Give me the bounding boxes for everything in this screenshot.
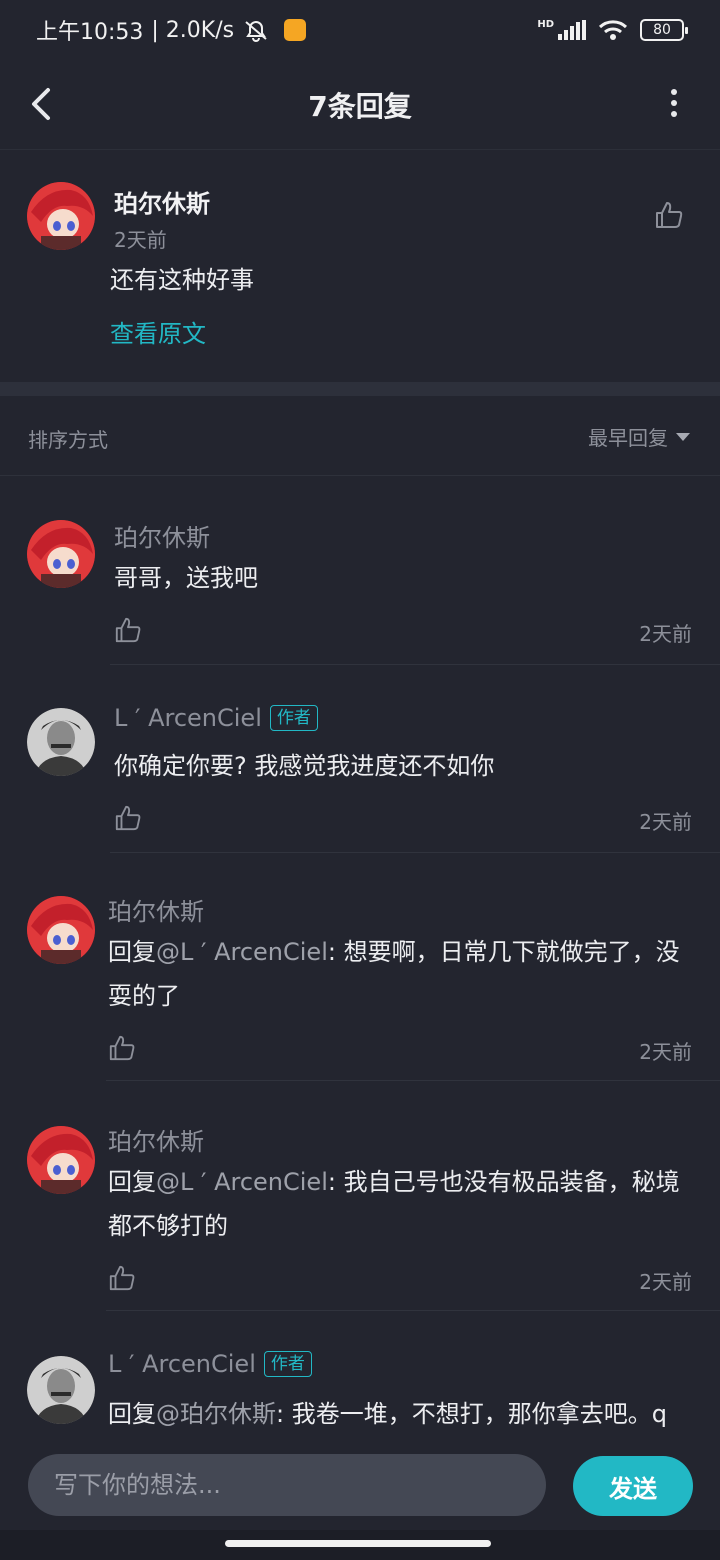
reply-author[interactable]: 珀尔休斯 bbox=[108, 1122, 204, 1157]
chevron-left-icon[interactable] bbox=[26, 84, 58, 124]
reply-time: 2天前 bbox=[639, 1270, 692, 1294]
reply-text: 回复@L ′ ArcenCiel: 想要啊，日常几下就做完了，没耍的了 bbox=[108, 930, 698, 1018]
reply-mention[interactable]: @L ′ ArcenCiel bbox=[156, 1168, 328, 1196]
avatar[interactable] bbox=[27, 182, 95, 250]
top-app-bar: 7条回复 bbox=[0, 60, 720, 150]
avatar[interactable] bbox=[27, 896, 95, 964]
reply-author[interactable]: L ′ ArcenCiel 作者 bbox=[114, 704, 318, 732]
main-comment: 珀尔休斯 2天前 还有这种好事 查看原文 bbox=[0, 152, 720, 382]
reply-item: 珀尔休斯 回复@L ′ ArcenCiel: 我自己号也没有极品装备，秘境都不够… bbox=[0, 1082, 720, 1312]
comment-input-bar: 发送 bbox=[0, 1440, 720, 1530]
reply-item: 珀尔休斯 回复@L ′ ArcenCiel: 想要啊，日常几下就做完了，没耍的了… bbox=[0, 852, 720, 1082]
reply-author-name[interactable]: 珀尔休斯 bbox=[108, 1122, 204, 1157]
sort-selected-value: 最早回复 bbox=[588, 426, 668, 450]
reply-mention[interactable]: @珀尔休斯 bbox=[156, 1400, 276, 1428]
reply-divider bbox=[106, 1310, 720, 1311]
author-badge: 作者 bbox=[269, 705, 318, 731]
reply-time: 2天前 bbox=[639, 1040, 692, 1064]
home-indicator[interactable] bbox=[225, 1540, 491, 1547]
thumbs-up-icon[interactable] bbox=[108, 1264, 136, 1292]
avatar[interactable] bbox=[27, 1126, 95, 1194]
reply-prefix: 回复 bbox=[108, 1168, 156, 1196]
reply-item: 珀尔休斯 哥哥，送我吧 2天前 bbox=[0, 476, 720, 666]
reply-divider bbox=[106, 1080, 720, 1081]
system-nav-bar bbox=[0, 1530, 720, 1560]
sort-bar: 排序方式 最早回复 bbox=[0, 396, 720, 476]
reply-text: 你确定你要? 我感觉我进度还不如你 bbox=[114, 752, 495, 780]
caret-down-icon bbox=[676, 432, 690, 441]
status-bar: 上午10:53 | 2.0K/s HD 80 bbox=[0, 0, 720, 60]
reply-text: 回复@L ′ ArcenCiel: 我自己号也没有极品装备，秘境都不够打的 bbox=[108, 1160, 698, 1248]
reply-author[interactable]: 珀尔休斯 bbox=[114, 518, 210, 553]
network-type-label: HD bbox=[537, 19, 554, 30]
bell-off-icon bbox=[245, 21, 267, 42]
reply-author-name[interactable]: 珀尔休斯 bbox=[108, 892, 204, 927]
page-title: 7条回复 bbox=[308, 89, 412, 123]
status-time: 上午10:53 bbox=[36, 20, 144, 45]
view-original-link[interactable]: 查看原文 bbox=[110, 314, 206, 349]
more-vertical-icon[interactable] bbox=[666, 88, 682, 118]
author-badge: 作者 bbox=[263, 1351, 312, 1377]
avatar[interactable] bbox=[27, 1356, 95, 1424]
notification-app-icon bbox=[284, 19, 307, 41]
reply-item: L ′ ArcenCiel 作者 你确定你要? 我感觉我进度还不如你 2天前 bbox=[0, 664, 720, 854]
comment-time: 2天前 bbox=[114, 228, 167, 252]
avatar[interactable] bbox=[27, 708, 95, 776]
reply-author-name[interactable]: L ′ ArcenCiel bbox=[114, 704, 262, 732]
reply-body: : 我卷一堆，不想打，那你拿去吧。q bbox=[276, 1400, 667, 1428]
reply-author[interactable]: L ′ ArcenCiel 作者 bbox=[108, 1350, 312, 1378]
wifi-icon bbox=[598, 20, 628, 40]
reply-text: 哥哥，送我吧 bbox=[114, 564, 258, 592]
reply-prefix: 回复 bbox=[108, 938, 156, 966]
reply-time: 2天前 bbox=[639, 622, 692, 646]
avatar[interactable] bbox=[27, 520, 95, 588]
reply-author-name[interactable]: L ′ ArcenCiel bbox=[108, 1350, 256, 1378]
signal-icon bbox=[558, 20, 586, 40]
thumbs-up-icon[interactable] bbox=[114, 804, 142, 832]
sort-label: 排序方式 bbox=[28, 428, 108, 452]
thumbs-up-icon[interactable] bbox=[108, 1034, 136, 1062]
section-divider bbox=[0, 382, 720, 396]
thumbs-up-icon[interactable] bbox=[114, 616, 142, 644]
comment-input[interactable] bbox=[28, 1454, 546, 1516]
reply-prefix: 回复 bbox=[108, 1400, 156, 1428]
send-button[interactable]: 发送 bbox=[573, 1456, 693, 1516]
comment-text: 还有这种好事 bbox=[110, 266, 254, 294]
reply-mention[interactable]: @L ′ ArcenCiel bbox=[156, 938, 328, 966]
reply-text: 回复@珀尔休斯: 我卷一堆，不想打，那你拿去吧。q bbox=[108, 1392, 708, 1436]
comment-author[interactable]: 珀尔休斯 bbox=[114, 184, 210, 219]
reply-author[interactable]: 珀尔休斯 bbox=[108, 892, 204, 927]
reply-author-name[interactable]: 珀尔休斯 bbox=[114, 518, 210, 553]
thumbs-up-icon[interactable] bbox=[654, 200, 684, 230]
network-speed: | 2.0K/s bbox=[151, 17, 235, 43]
sort-dropdown[interactable]: 最早回复 bbox=[588, 422, 690, 451]
battery-icon: 80 bbox=[640, 19, 688, 41]
reply-item: L ′ ArcenCiel 作者 回复@珀尔休斯: 我卷一堆，不想打，那你拿去吧… bbox=[0, 1312, 720, 1440]
reply-time: 2天前 bbox=[639, 810, 692, 834]
